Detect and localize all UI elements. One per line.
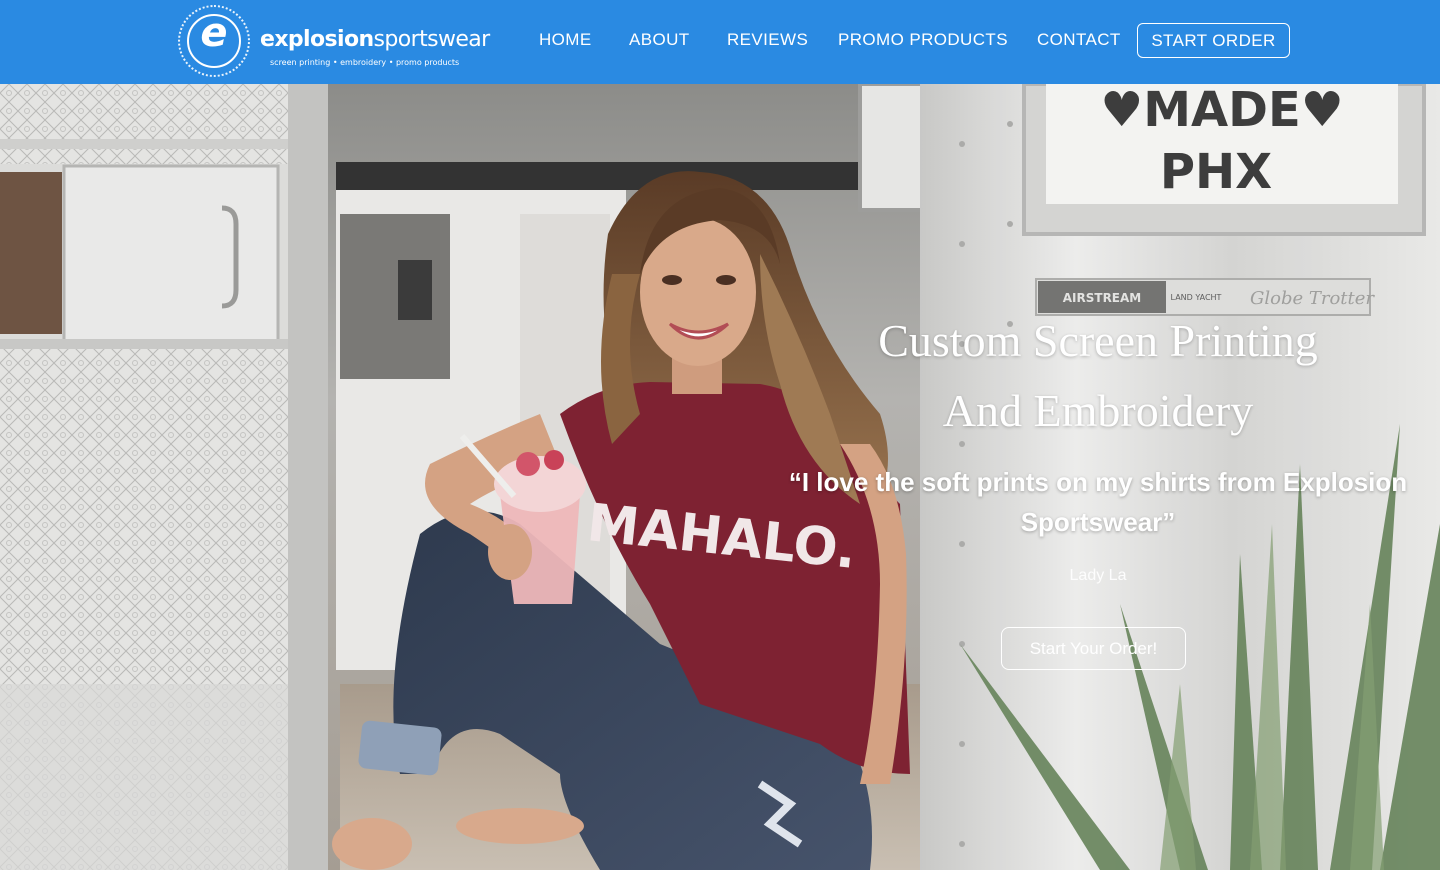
testimonial-quote: “I love the soft prints on my shirts fro… [750, 462, 1440, 542]
nav-contact[interactable]: CONTACT [1037, 22, 1121, 58]
nav-about[interactable]: ABOUT [629, 22, 690, 58]
testimonial-quote-line-1: “I love the soft prints on my shirts fro… [788, 467, 1408, 497]
hero-headline-line-1: Custom Screen Printing [878, 315, 1318, 366]
nav-promo-products[interactable]: PROMO PRODUCTS [838, 22, 1008, 58]
hero-section: ♥MADE♥ PHX AIRSTREAM LAND YACHT Globe Tr… [0, 84, 1440, 870]
testimonial-quote-line-2: Sportswear” [1020, 507, 1176, 537]
main-nav: HOME ABOUT REVIEWS PROMO PRODUCTS CONTAC… [0, 22, 1440, 58]
nav-home[interactable]: HOME [539, 22, 592, 58]
start-order-button[interactable]: START ORDER [1137, 23, 1290, 58]
hero-headline: Custom Screen Printing And Embroidery [740, 306, 1440, 446]
testimonial-author: Lady La [1069, 567, 1127, 584]
nav-reviews[interactable]: REVIEWS [727, 22, 808, 58]
hero-headline-line-2: And Embroidery [942, 385, 1254, 436]
hero-text-block: Custom Screen Printing And Embroidery “I… [740, 84, 1440, 870]
brand-tagline: screen printing • embroidery • promo pro… [270, 58, 460, 67]
site-header: e explosionsportswear screen printing • … [0, 0, 1440, 84]
start-your-order-button[interactable]: Start Your Order! [1001, 627, 1186, 670]
